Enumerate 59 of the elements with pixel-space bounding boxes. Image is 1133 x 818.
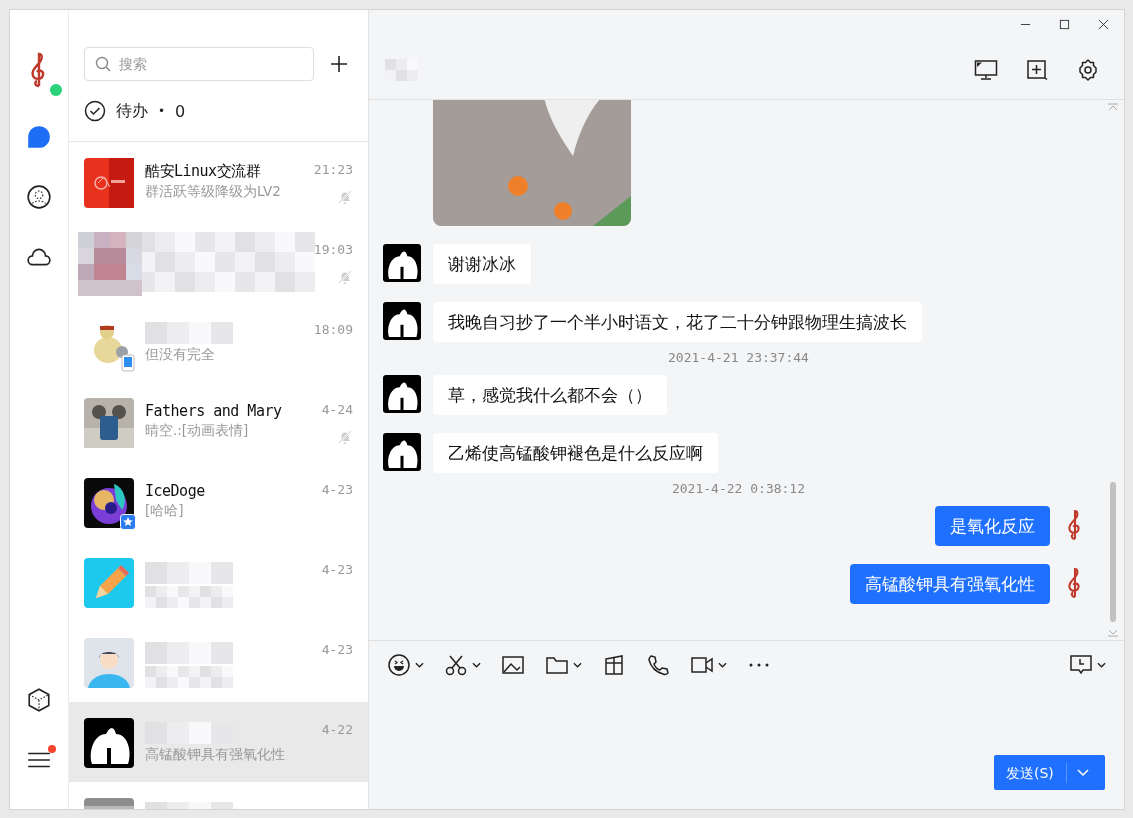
contacts-icon[interactable]	[26, 184, 52, 210]
scissors-icon[interactable]	[444, 653, 468, 677]
message-bubble: 我晚自习抄了一个半小时语文，花了二十分钟跟物理生搞波长	[433, 302, 922, 342]
check-circle-icon[interactable]	[84, 100, 106, 122]
caret-icon[interactable]	[415, 662, 424, 668]
caret-icon[interactable]	[573, 662, 582, 668]
conversation-item[interactable]: 4-23	[69, 542, 368, 622]
conversation-item[interactable]: 但没有完全 18:09	[69, 302, 368, 382]
add-box-icon[interactable]	[1025, 58, 1049, 82]
conversation-name: 酷安Linux交流群	[145, 162, 262, 181]
timestamp: 19:03	[313, 242, 353, 257]
timestamp: 4-23	[321, 562, 353, 577]
message-preview: 晴空.:[动画表情]	[145, 422, 250, 440]
timestamp: 4-23	[321, 482, 353, 497]
search-field[interactable]: 搜索	[84, 47, 314, 81]
history-icon[interactable]	[1069, 653, 1093, 677]
message-bubble: 高锰酸钾具有强氧化性	[850, 564, 1050, 604]
message-bubble: 谢谢冰冰	[433, 244, 531, 284]
close-icon[interactable]	[1098, 19, 1109, 30]
conversation-item[interactable]: 高锰酸钾具有强氧化性 4-22	[69, 702, 368, 782]
search-icon	[95, 56, 111, 72]
add-icon[interactable]	[330, 55, 348, 73]
chat-bubble-icon[interactable]	[26, 124, 52, 150]
conversation-name: Fathers and Mary	[145, 402, 283, 420]
maximize-icon[interactable]	[1059, 19, 1070, 30]
message-preview: 群活跃等级降级为LV2	[145, 183, 282, 201]
message-bubble: 草，感觉我什么都不会（）	[433, 375, 667, 415]
message-preview: [哈哈]	[145, 502, 185, 520]
caret-icon[interactable]	[472, 662, 481, 668]
timestamp: 4-23	[321, 642, 353, 657]
timestamp: 2021-4-21 23:37:44	[667, 350, 810, 365]
caret-icon[interactable]	[718, 662, 727, 668]
timestamp: 18:09	[313, 322, 353, 337]
cube-icon[interactable]	[26, 687, 52, 713]
separator-dot: •	[158, 104, 166, 118]
message-bubble: 是氧化反应	[935, 506, 1050, 546]
caret-icon[interactable]	[1097, 662, 1106, 668]
conversation-item[interactable]: 4-23	[69, 622, 368, 702]
timestamp: 21:23	[313, 162, 353, 177]
conversation-name: IceDoge	[145, 482, 206, 500]
conversation-item[interactable]: Fathers and Mary 晴空.:[动画表情] 4-24	[69, 382, 368, 462]
todo-count: 0	[175, 101, 186, 121]
timestamp: 2021-4-22 0:38:12	[670, 481, 807, 496]
phone-call-icon[interactable]	[646, 653, 670, 677]
message-preview: 但没有完全	[145, 346, 216, 364]
settings-icon[interactable]	[1076, 58, 1100, 82]
smiley-icon[interactable]	[387, 653, 411, 677]
timestamp: 4-22	[321, 722, 353, 737]
conversation-item[interactable]: 19:03	[69, 222, 368, 302]
conversation-item[interactable]: IceDoge [哈哈] 4-23	[69, 462, 368, 542]
conversation-item[interactable]: 酷安Linux交流群 群活跃等级降级为LV2 21:23	[69, 142, 368, 222]
image-icon[interactable]	[501, 653, 525, 677]
todo-label[interactable]: 待办	[116, 100, 148, 122]
message-preview: 高锰酸钾具有强氧化性	[145, 746, 286, 764]
send-button[interactable]: 发送(S)	[994, 755, 1105, 790]
message-bubble: 乙烯使高锰酸钾褪色是什么反应啊	[433, 433, 718, 473]
timestamp: 4-24	[321, 402, 353, 417]
scrollbar-thumb[interactable]	[1110, 482, 1116, 622]
monitor-icon[interactable]	[974, 58, 998, 82]
